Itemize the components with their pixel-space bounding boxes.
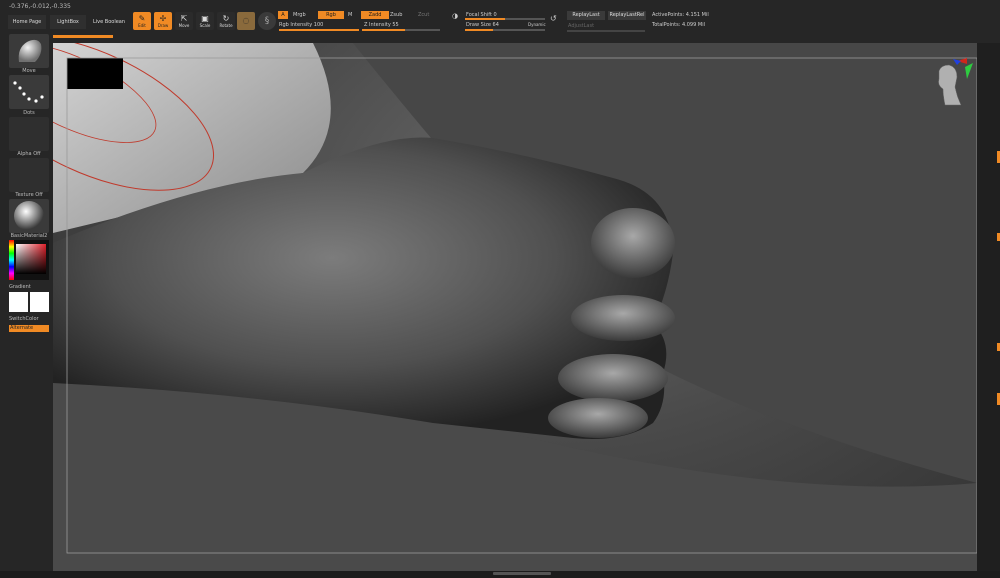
edit-icon: ✎ (138, 13, 146, 23)
material-sphere-icon (14, 201, 44, 231)
adjust-last-slider[interactable] (567, 30, 645, 32)
color-picker[interactable] (9, 240, 49, 280)
focal-shift-fill (465, 18, 505, 20)
total-points-readout: TotalPoints: 4.099 Mil (652, 22, 705, 28)
active-points-readout: ActivePoints: 4.151 Mil (652, 12, 709, 18)
alternate-button[interactable]: Alternate (9, 325, 49, 332)
draw-size-label[interactable]: Draw Size 64 (466, 22, 499, 28)
z-intensity-value: 55 (392, 22, 399, 28)
bottom-shelf (0, 571, 1000, 578)
draw-size-fill (465, 29, 493, 31)
z-intensity-label[interactable]: Z Intensity 55 (364, 22, 399, 28)
rgb-button[interactable]: Rgb (318, 11, 344, 19)
rgb-intensity-slider[interactable] (279, 29, 359, 31)
progress-bar (53, 35, 113, 38)
dynamic-toggle[interactable]: Dynamic (528, 22, 546, 27)
bottom-scroll-indicator[interactable] (493, 572, 551, 575)
live-boolean-button[interactable]: Live Boolean (89, 15, 129, 29)
switch-color-button[interactable]: SwitchColor (9, 316, 49, 322)
zcut-button[interactable]: Zcut (418, 12, 429, 18)
rgb-intensity-fill (279, 29, 359, 31)
replay-icon[interactable]: ↺ (550, 14, 562, 26)
focal-shift-icon[interactable]: ◑ (452, 12, 462, 28)
rgb-intensity-value: 100 (313, 22, 324, 28)
stroke-label: Dots (23, 110, 35, 116)
scale-icon: ▣ (201, 13, 209, 23)
focal-shift-slider[interactable] (465, 18, 545, 20)
z-intensity-slider[interactable] (362, 29, 440, 31)
replay-last-rel-button[interactable]: ReplayLastRel (608, 11, 646, 20)
adjust-last-button[interactable]: AdjustLast (568, 23, 594, 29)
texture-label: Texture Off (15, 192, 43, 198)
brush-label: Move (22, 68, 36, 74)
sculptris-icon: ◌ (242, 16, 250, 25)
rotate-button[interactable]: ↻ Rotate (217, 12, 235, 30)
replay-last-button[interactable]: ReplayLast (567, 11, 605, 20)
alpha-thumbnail[interactable] (9, 117, 49, 151)
right-shelf (977, 43, 1000, 571)
m-button[interactable]: M (348, 12, 352, 18)
texture-thumbnail[interactable] (9, 158, 49, 192)
material-label: BasicMaterial2 (10, 233, 48, 239)
sculpt-viewport[interactable] (53, 43, 977, 571)
move-icon: ⇱ (180, 13, 188, 23)
draw-size-value: 64 (492, 22, 499, 28)
gyro-icon[interactable]: § (258, 12, 276, 30)
dots-stroke-icon (13, 81, 44, 103)
move-button[interactable]: ⇱ Move (175, 12, 193, 30)
move-brush-icon (18, 39, 42, 62)
lightbox-button[interactable]: LightBox (50, 15, 86, 29)
material-thumbnail[interactable] (9, 199, 49, 233)
draw-button[interactable]: ✢ Draw (154, 12, 172, 30)
hand-model (53, 43, 977, 571)
gradient-label: Gradient (9, 284, 31, 290)
draw-icon: ✢ (159, 13, 167, 23)
main-color-swatch[interactable] (9, 292, 28, 312)
zsub-button[interactable]: Zsub (390, 12, 402, 18)
navigation-cube[interactable] (933, 57, 973, 109)
draw-size-slider[interactable] (465, 29, 545, 31)
head-gizmo-icon (938, 58, 973, 106)
brush-move-thumbnail[interactable] (9, 34, 49, 68)
sculptris-button[interactable]: ◌ (237, 12, 255, 30)
home-page-button[interactable]: Home Page (8, 15, 46, 29)
secondary-color-swatch[interactable] (30, 292, 49, 312)
color-wheel-icon (9, 240, 46, 280)
scale-button[interactable]: ▣ Scale (196, 12, 214, 30)
rotate-icon: ↻ (222, 13, 230, 23)
rgb-intensity-label[interactable]: Rgb Intensity 100 (279, 22, 323, 28)
edit-button[interactable]: ✎ Edit (133, 12, 151, 30)
alpha-label: Alpha Off (17, 151, 41, 157)
z-intensity-fill (362, 29, 405, 31)
a-button[interactable]: A (278, 11, 288, 19)
mrgb-button[interactable]: Mrgb (293, 12, 306, 18)
coordinate-readout: -0.376,-0.012,-0.335 (9, 3, 71, 10)
stroke-thumbnail[interactable] (9, 75, 49, 109)
zadd-button[interactable]: Zadd (361, 11, 389, 19)
